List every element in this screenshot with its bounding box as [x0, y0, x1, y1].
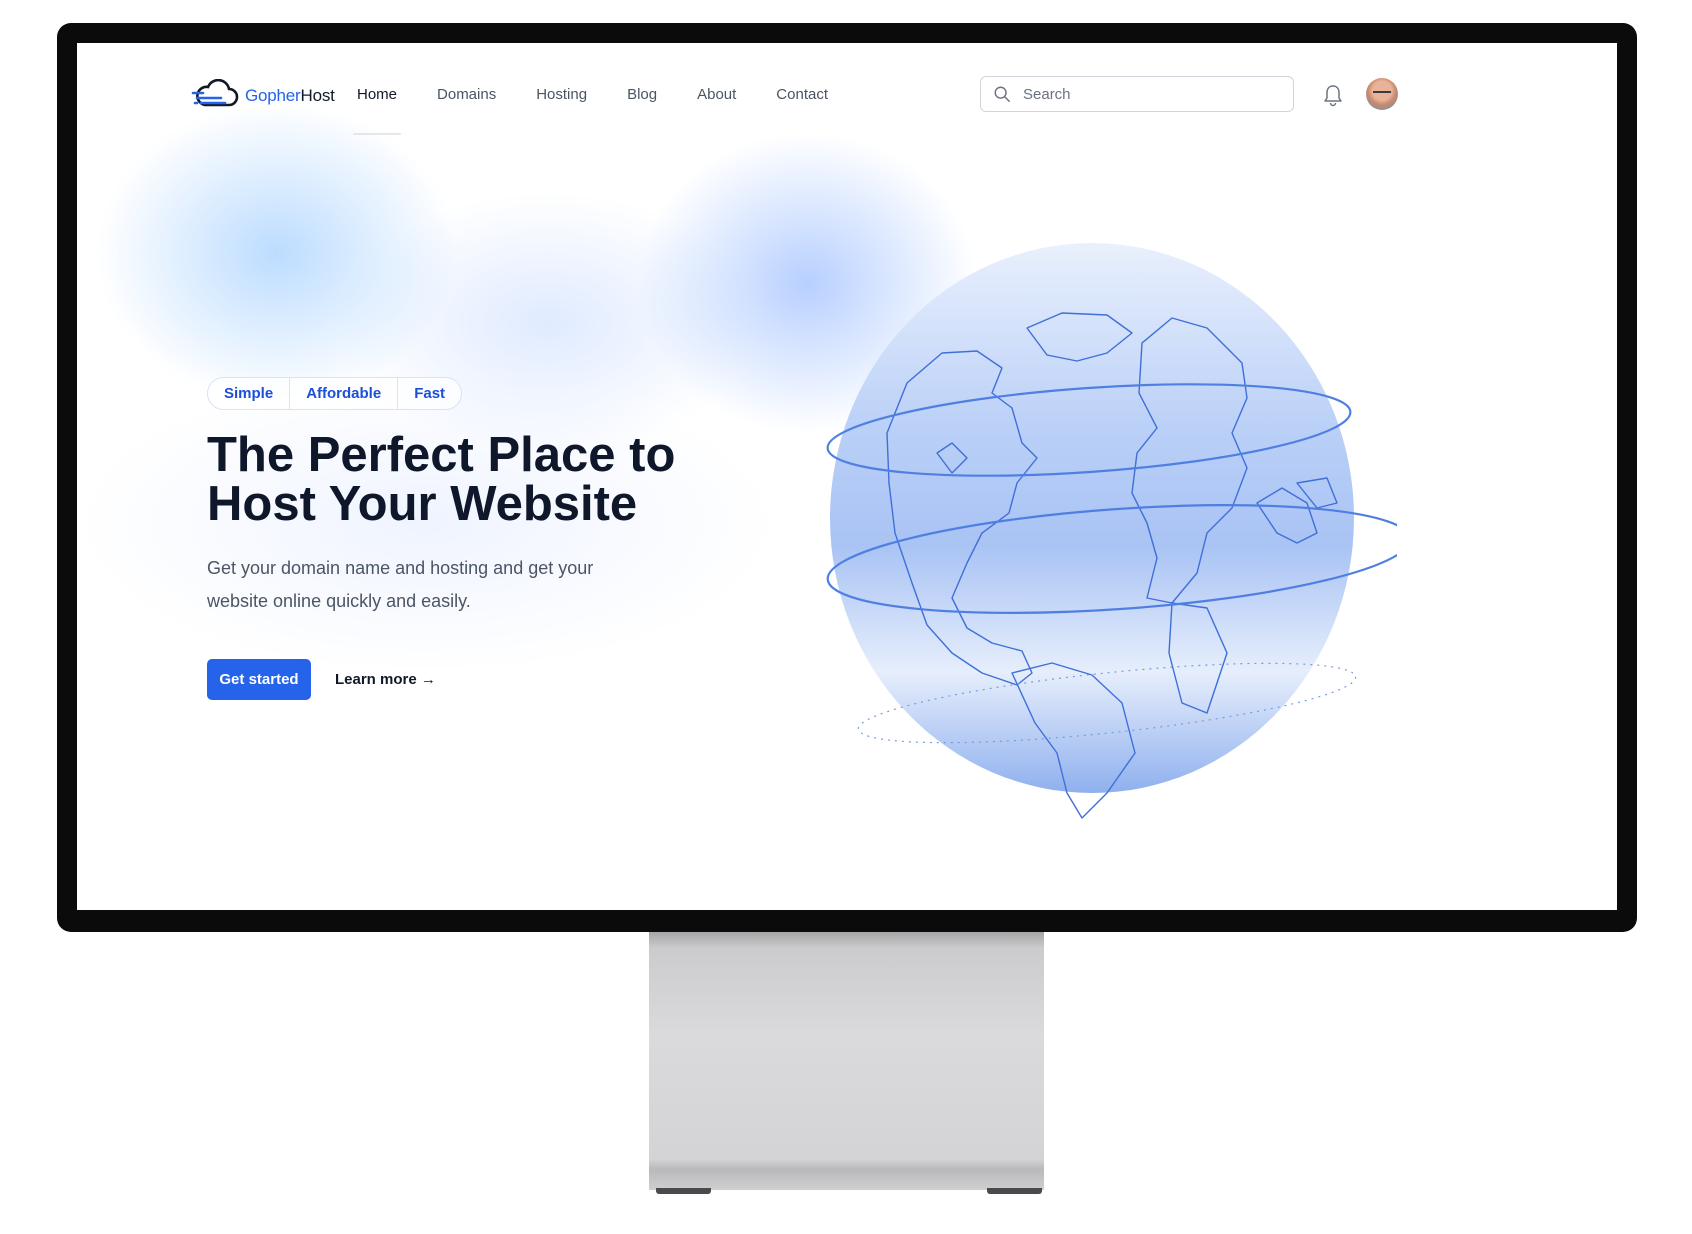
monitor-stand: [649, 932, 1044, 1190]
background-glow: [337, 193, 757, 453]
main-nav: Home Domains Hosting Blog About Contact: [353, 77, 868, 135]
nav-item-hosting[interactable]: Hosting: [536, 77, 587, 112]
monitor-bezel: GopherHost Home Domains Hosting Blog Abo…: [57, 23, 1637, 932]
nav-item-label: Blog: [627, 86, 658, 103]
nav-item-label: Hosting: [536, 86, 588, 103]
get-started-button[interactable]: Get started: [207, 659, 311, 700]
search-icon: [994, 86, 1010, 102]
search-input[interactable]: [1021, 84, 1285, 104]
tag-fast: Fast: [414, 385, 446, 402]
nav-item-about[interactable]: About: [697, 77, 736, 112]
nav-item-label: Home: [357, 86, 398, 103]
logo[interactable]: GopherHost: [191, 78, 335, 114]
nav-item-contact[interactable]: Contact: [776, 77, 828, 112]
nav-item-home[interactable]: Home: [353, 77, 402, 135]
brand-name: GopherHost: [245, 86, 335, 106]
globe-icon: [826, 243, 1412, 819]
background-glow: [97, 103, 457, 403]
hero-title-line2: Host Your Website: [207, 477, 638, 531]
avatar-glasses: [1373, 91, 1391, 97]
nav-item-label: Domains: [437, 86, 497, 103]
avatar[interactable]: [1366, 78, 1398, 110]
brand-name-part2: Host: [300, 86, 335, 105]
nav-item-label: About: [697, 86, 737, 103]
feature-tags: Simple Affordable Fast: [207, 377, 463, 410]
stand-shadow: [649, 932, 1044, 948]
nav-item-blog[interactable]: Blog: [627, 77, 657, 112]
active-indicator: [353, 133, 402, 135]
hero-title: The Perfect Place to Host Your Website: [207, 431, 727, 529]
nav-item-label: Contact: [776, 86, 828, 103]
tag-simple: Simple: [208, 378, 291, 409]
search-box[interactable]: [980, 76, 1294, 112]
globe-illustration: [777, 233, 1412, 833]
website-screen: GopherHost Home Domains Hosting Blog Abo…: [77, 43, 1617, 910]
brand-name-part1: Gopher: [245, 86, 301, 105]
cloud-logo-icon: [191, 79, 239, 107]
stand-foot-left: [656, 1188, 711, 1194]
tag-affordable: Affordable: [290, 378, 399, 409]
hero-title-line1: The Perfect Place to: [207, 428, 676, 482]
hero-subtitle: Get your domain name and hosting and get…: [207, 558, 594, 611]
learn-more-link[interactable]: Learn more →: [335, 659, 436, 700]
nav-item-domains[interactable]: Domains: [437, 77, 496, 112]
stand-foot-right: [987, 1188, 1042, 1194]
bell-icon[interactable]: [1322, 83, 1344, 107]
